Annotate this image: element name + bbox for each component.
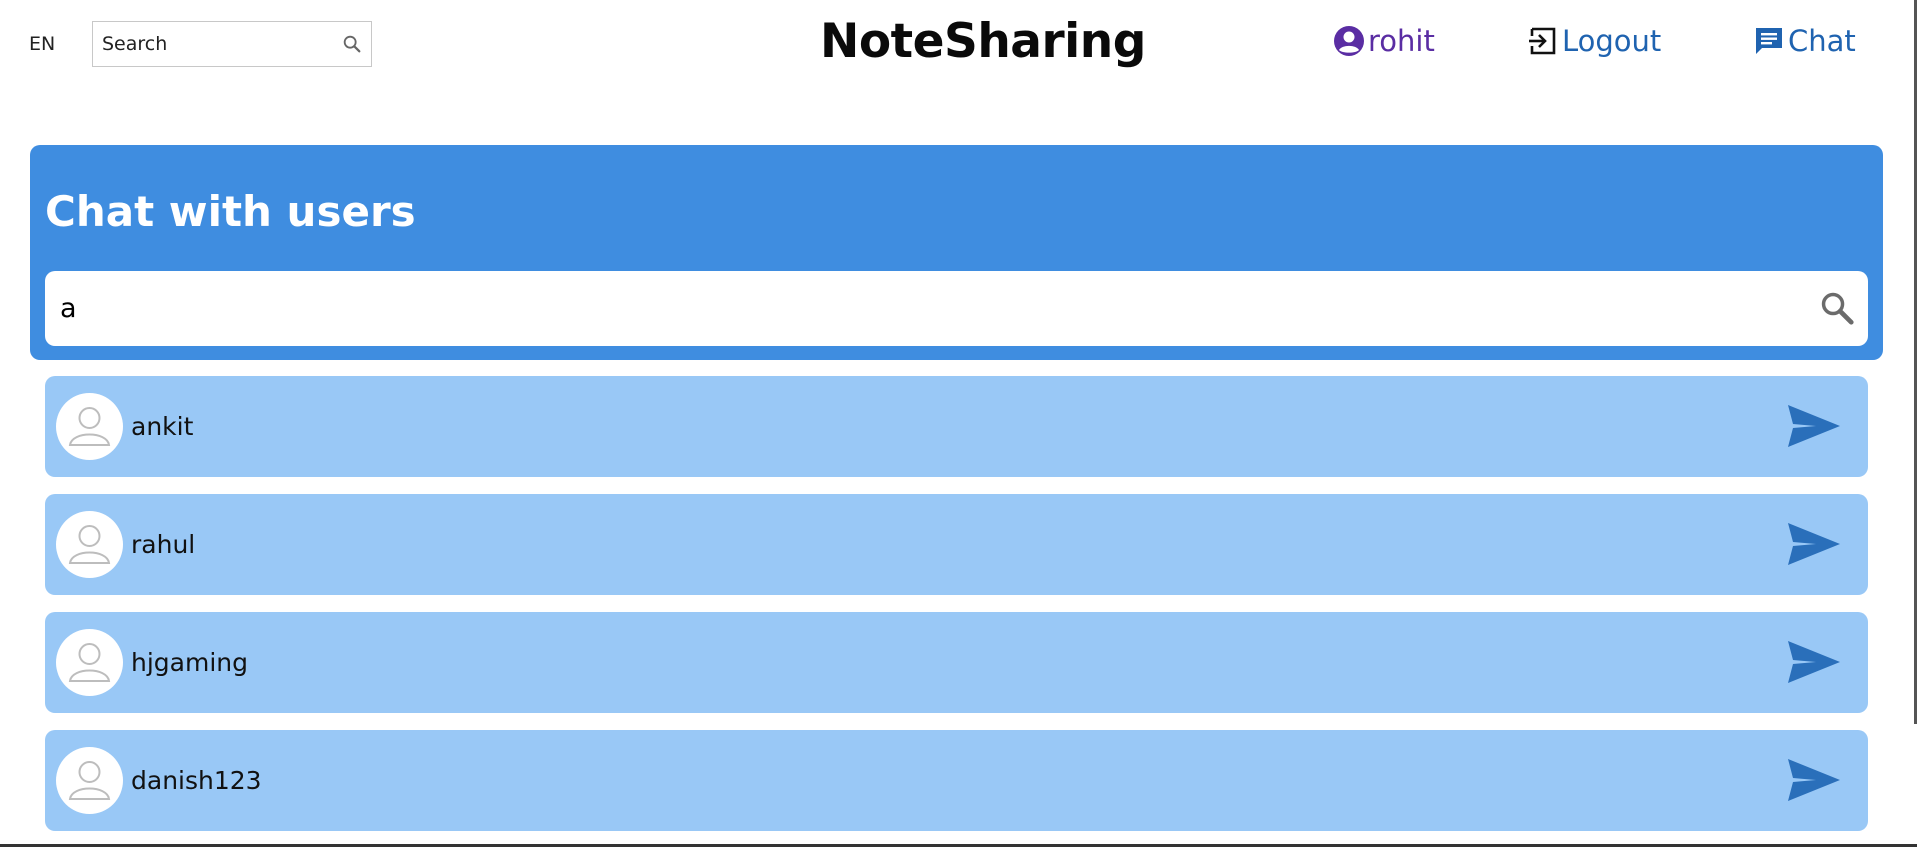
header-search-input[interactable] (93, 22, 333, 66)
send-icon[interactable] (1786, 639, 1842, 685)
user-name: ankit (131, 412, 194, 441)
send-icon[interactable] (1786, 757, 1842, 803)
user-list-item[interactable]: rahul (45, 494, 1868, 595)
nav-user-label: rohit (1368, 24, 1435, 58)
chat-panel-title: Chat with users (45, 187, 416, 236)
user-avatar-icon (56, 747, 123, 814)
logout-icon (1529, 27, 1556, 55)
user-list-item[interactable]: danish123 (45, 730, 1868, 831)
user-avatar-icon (56, 511, 123, 578)
user-avatar-icon (56, 393, 123, 460)
brand-logo[interactable]: NoteSharing (820, 14, 1146, 69)
send-icon[interactable] (1786, 403, 1842, 449)
user-search-input[interactable] (45, 271, 1785, 346)
chat-icon (1756, 28, 1782, 54)
nav-logout-link[interactable]: Logout (1527, 24, 1661, 58)
user-name: danish123 (131, 766, 262, 795)
user-list-item[interactable]: hjgaming (45, 612, 1868, 713)
nav-user-link[interactable]: rohit (1333, 24, 1435, 58)
account-circle-icon (1334, 26, 1364, 56)
user-search-box (45, 271, 1868, 346)
chat-panel: Chat with users (30, 145, 1883, 360)
send-icon[interactable] (1786, 521, 1842, 567)
search-icon[interactable] (341, 33, 363, 55)
page: EN NoteSharing rohit Logout Cha (0, 0, 1917, 847)
language-selector[interactable]: EN (29, 33, 55, 55)
nav-chat-link[interactable]: Chat (1753, 24, 1856, 58)
user-list-item[interactable]: ankit (45, 376, 1868, 477)
header-search (92, 21, 372, 67)
search-icon[interactable] (1818, 289, 1856, 327)
user-name: rahul (131, 530, 196, 559)
user-name: hjgaming (131, 648, 248, 677)
nav-logout-label: Logout (1562, 24, 1662, 58)
nav-chat-label: Chat (1788, 24, 1856, 58)
user-avatar-icon (56, 629, 123, 696)
